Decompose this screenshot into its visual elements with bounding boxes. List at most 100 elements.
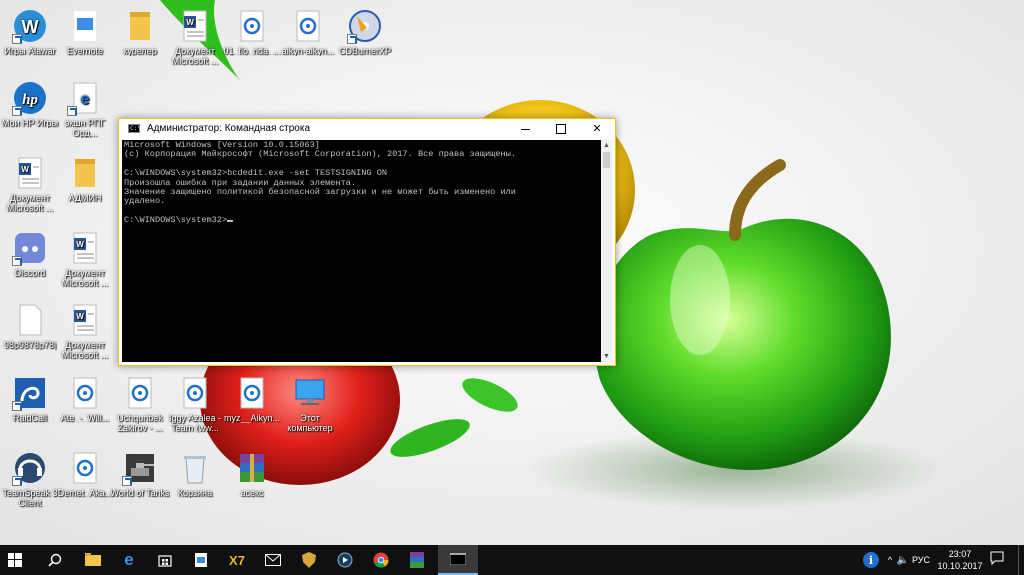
tray-clock[interactable]: 23:07 10.10.2017: [935, 548, 985, 572]
tray-update-icon[interactable]: i: [858, 545, 884, 575]
desktop-shortcut[interactable]: e экшн РПГ Орд...: [55, 80, 115, 138]
taskbar-edge[interactable]: e: [114, 545, 144, 575]
taskbar-cmd[interactable]: [438, 545, 478, 575]
clock-time: 23:07: [948, 549, 972, 559]
word-doc-icon: W: [67, 230, 103, 266]
shortcut-arrow-icon: [12, 476, 22, 486]
desktop-shortcut-label: АДМИН: [68, 193, 102, 203]
desktop-shortcut-label: Документ Microsoft ...: [61, 268, 109, 288]
desktop-shortcut[interactable]: RaidCall: [0, 375, 60, 423]
notification-center-button[interactable]: [990, 551, 1004, 566]
discord-icon: [12, 230, 48, 266]
tray-volume[interactable]: 🔈: [896, 545, 910, 575]
scroll-thumb[interactable]: [603, 152, 610, 168]
shortcut-arrow-icon: [12, 256, 22, 266]
evernote-icon: [67, 8, 103, 44]
taskbar-archive[interactable]: [402, 545, 432, 575]
desktop-shortcut[interactable]: CDBurnerXP: [335, 8, 395, 56]
vertical-scrollbar[interactable]: ▲ ▼: [601, 140, 612, 362]
start-button[interactable]: [0, 545, 30, 575]
desktop-shortcut[interactable]: Ate_-_Will...: [55, 375, 115, 423]
minimize-button[interactable]: [507, 119, 543, 139]
store-icon: [158, 555, 172, 567]
desktop-shortcut[interactable]: асекс: [222, 450, 282, 498]
desktop-shortcut-label: Игры Alawar: [4, 46, 56, 56]
desktop-shortcut[interactable]: Discord: [0, 230, 60, 278]
close-button[interactable]: ✕: [579, 119, 615, 139]
desktop-shortcut-label: Мои HP Игры: [1, 118, 59, 128]
command-prompt-window[interactable]: C:\ Администратор: Командная строка ✕ Mi…: [118, 118, 616, 366]
search-button[interactable]: [40, 545, 70, 575]
desktop-shortcut[interactable]: 01_flo_rida_...: [222, 8, 282, 56]
tray-language[interactable]: РУС: [912, 545, 930, 575]
svg-text:W: W: [76, 240, 84, 249]
desktop-shortcut[interactable]: курелер: [110, 8, 170, 56]
folder-icon: [85, 553, 101, 566]
window-titlebar[interactable]: C:\ Администратор: Командная строка ✕: [119, 119, 615, 139]
console-line: Значение защищено политикой безопасной з…: [124, 187, 516, 198]
taskbar-photos[interactable]: [186, 545, 216, 575]
search-icon: [48, 553, 62, 567]
cmd-icon: [450, 553, 466, 565]
tray-show-hidden[interactable]: ^: [884, 545, 896, 575]
speaker-icon: 🔈: [896, 554, 910, 566]
desktop-shortcut[interactable]: Uchqunbek Zakirov - ...: [110, 375, 170, 433]
console-output[interactable]: Microsoft Windows [Version 10.0.15063] (c…: [122, 140, 601, 362]
scroll-up-icon[interactable]: ▲: [601, 140, 612, 151]
desktop-shortcut[interactable]: Evernote: [55, 8, 115, 56]
desktop-shortcut[interactable]: W Документ Microsoft ...: [55, 302, 115, 360]
desktop-shortcut-label: Этот компьютер: [287, 413, 333, 433]
desktop-shortcut[interactable]: W Документ Microsoft ...: [165, 8, 225, 66]
cmd-app-icon: C:\: [128, 124, 141, 133]
taskbar-file-explorer[interactable]: [78, 545, 108, 575]
maximize-button[interactable]: [543, 119, 579, 139]
taskbar-store[interactable]: [150, 545, 180, 575]
desktop-shortcut-label: Iggy Azalea - Team (ww...: [168, 413, 222, 433]
desktop-shortcut-label: 98p9878p78j: [3, 340, 57, 350]
desktop-shortcut[interactable]: myz__Aikyn...: [222, 375, 282, 423]
desktop-shortcut[interactable]: Корзина: [165, 450, 225, 498]
maximize-icon: [556, 124, 566, 135]
hp-games-icon: hp: [12, 80, 48, 116]
desktop-shortcut-label: Uchqunbek Zakirov - ...: [117, 413, 163, 433]
desktop-shortcut-label: Документ Microsoft ...: [171, 46, 219, 66]
desktop-shortcut[interactable]: TeamSpeak 3 Client: [0, 450, 60, 508]
console-prompt: C:\WINDOWS\system32>: [124, 215, 228, 226]
desktop-shortcut[interactable]: aikyn-aikyn...: [278, 8, 338, 56]
desktop-shortcut[interactable]: W Документ Microsoft ...: [55, 230, 115, 288]
admin-folder-icon: [67, 155, 103, 191]
word-doc-icon: W: [177, 8, 213, 44]
x7-icon: X7: [229, 552, 245, 568]
media-file-icon: [234, 375, 270, 411]
desktop-shortcut[interactable]: 98p9878p78j: [0, 302, 60, 350]
desktop-shortcut[interactable]: W Документ Microsoft ...: [0, 155, 60, 213]
console-line: (c) Корпорация Майкрософт (Microsoft Cor…: [124, 149, 516, 160]
svg-text:e: e: [81, 91, 90, 108]
world-of-tanks-icon: [122, 450, 158, 486]
teamspeak-icon: [12, 450, 48, 486]
recycle-bin-icon: [177, 450, 213, 486]
desktop-shortcut[interactable]: АДМИН: [55, 155, 115, 203]
desktop-shortcut[interactable]: W Игры Alawar: [0, 8, 60, 56]
chevron-up-icon: ^: [887, 555, 893, 565]
desktop-shortcut[interactable]: World of Tanks: [110, 450, 170, 498]
taskbar-chrome[interactable]: [366, 545, 396, 575]
media-file-icon: [234, 8, 270, 44]
show-desktop-button[interactable]: [1018, 545, 1024, 575]
this-pc-icon: [292, 375, 328, 411]
windows-logo-icon: [8, 553, 22, 567]
desktop-shortcut[interactable]: Iggy Azalea - Team (ww...: [165, 375, 225, 433]
desktop-shortcut[interactable]: hp Мои HP Игры: [0, 80, 60, 128]
taskbar-mail[interactable]: [258, 545, 288, 575]
cdburnerxp-icon: [347, 8, 383, 44]
desktop-shortcut[interactable]: Этот компьютер: [280, 375, 340, 433]
taskbar-media-player[interactable]: [330, 545, 360, 575]
taskbar-x7[interactable]: X7: [222, 545, 252, 575]
scroll-down-icon[interactable]: ▼: [601, 351, 612, 362]
image-file-icon: [195, 553, 207, 567]
taskbar-game-shield[interactable]: [294, 545, 324, 575]
desktop-shortcut[interactable]: Demet_Aka...: [55, 450, 115, 498]
desktop-shortcut-label: асекс: [240, 488, 264, 498]
clock-date: 10.10.2017: [937, 561, 983, 571]
text-cursor: [227, 220, 234, 223]
